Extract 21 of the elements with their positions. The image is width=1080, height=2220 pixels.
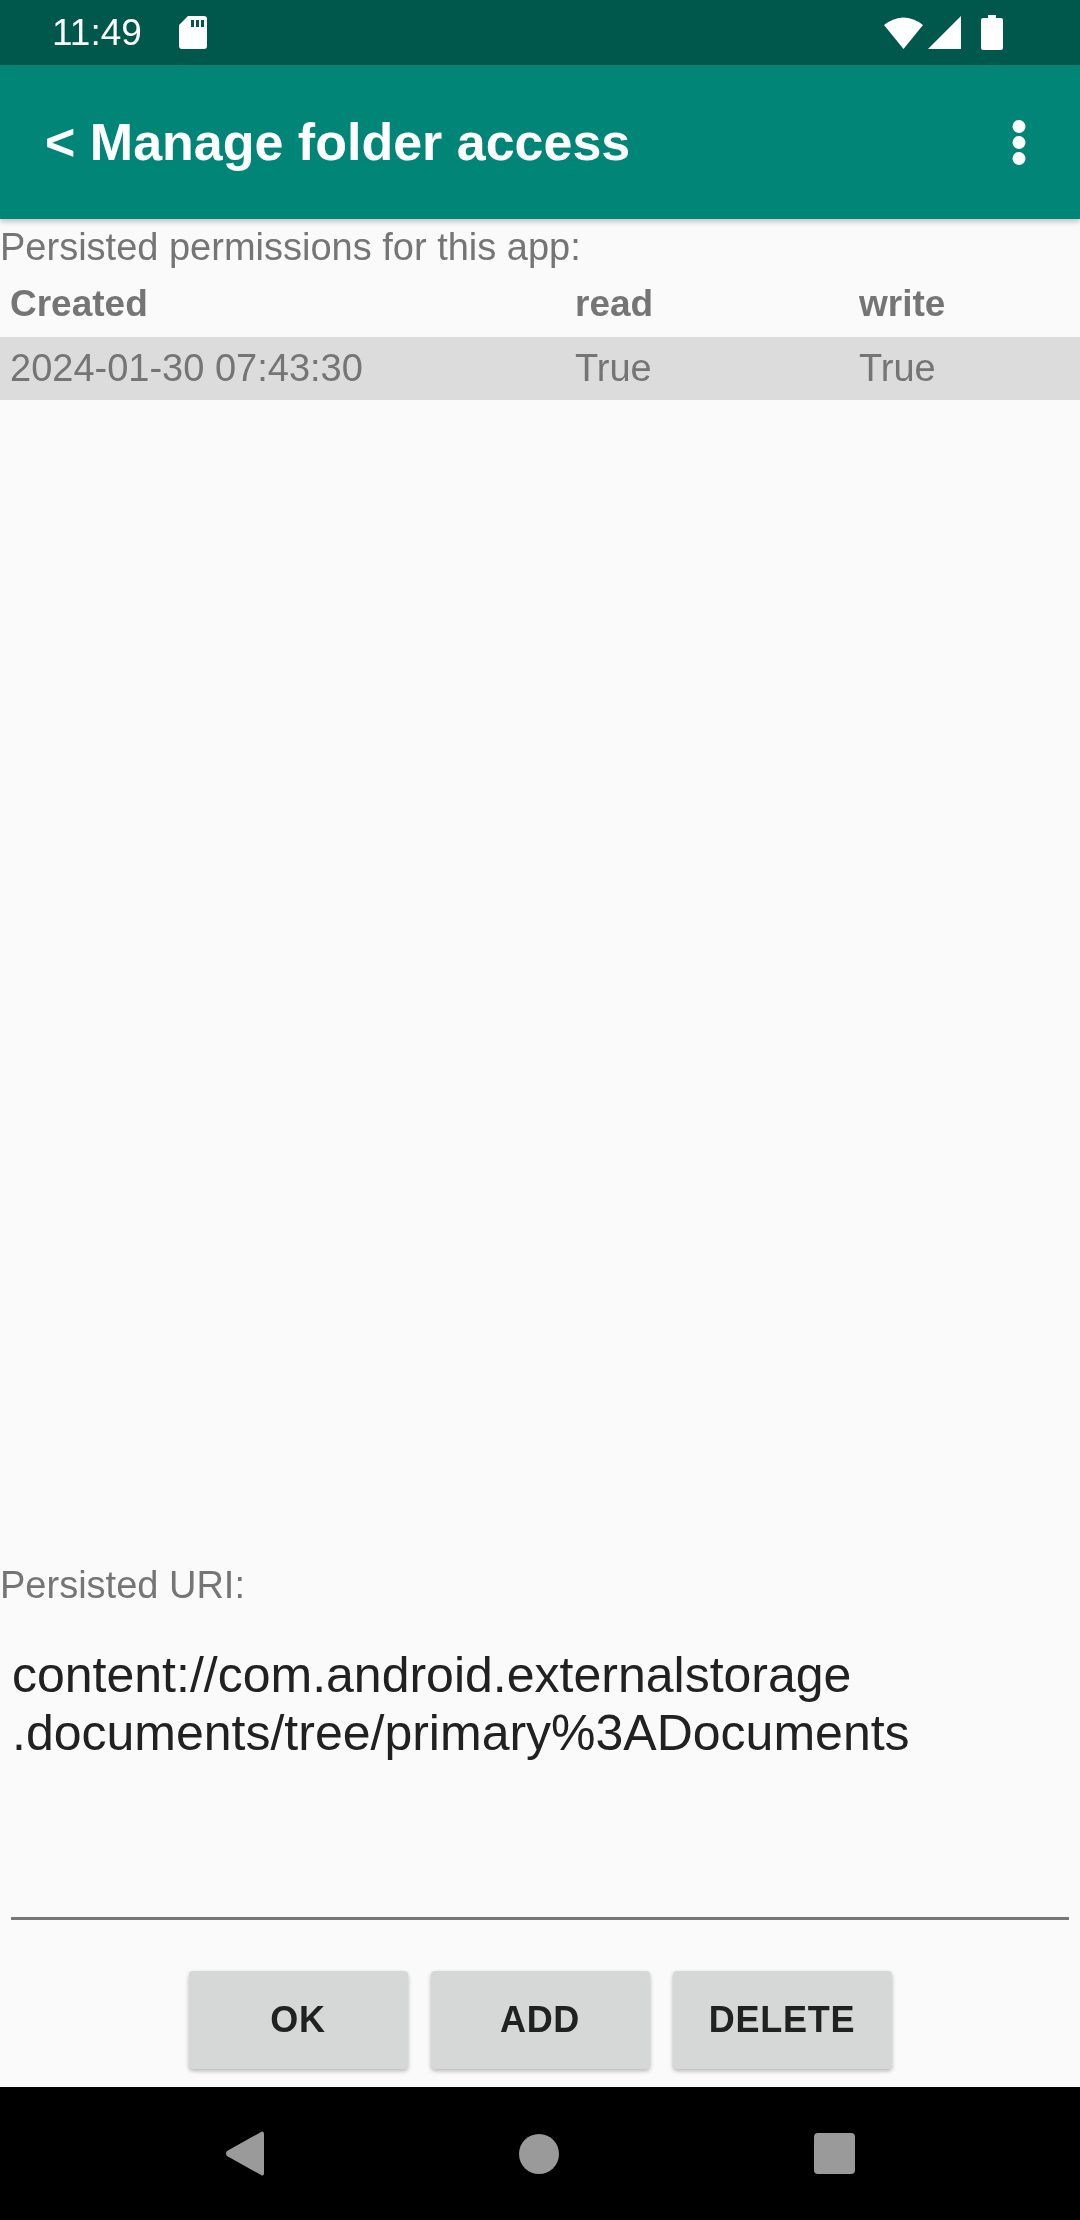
table-cell-text: True bbox=[858, 345, 936, 391]
column-header: write bbox=[858, 282, 946, 327]
table-cell-text: True bbox=[574, 345, 652, 391]
home-icon[interactable] bbox=[519, 2133, 559, 2174]
action-button[interactable]: OK bbox=[188, 1971, 408, 2069]
uri-label: Persisted URI: bbox=[0, 1563, 246, 1608]
table-cell-text: 2024-01-30 07:43:30 bbox=[9, 345, 363, 391]
column-header: read bbox=[574, 282, 654, 327]
signal-icon bbox=[928, 16, 961, 49]
action-button[interactable]: DELETE bbox=[672, 1971, 892, 2069]
back-icon[interactable] bbox=[225, 2131, 264, 2176]
uri-input-field[interactable]: content://com.android.externalstorage.documents/tree/primary%3ADocuments bbox=[11, 1610, 1069, 1920]
action-button[interactable]: ADD bbox=[430, 1971, 650, 2069]
status-time: 11:49 bbox=[52, 14, 142, 51]
sd-card-icon bbox=[178, 16, 207, 49]
column-header: Created bbox=[9, 282, 148, 327]
app-bar-title: < Manage folder access bbox=[45, 111, 631, 173]
battery-icon bbox=[981, 15, 1003, 50]
wifi-icon bbox=[884, 16, 923, 49]
overflow-menu-icon[interactable] bbox=[1012, 119, 1026, 165]
permissions-label: Persisted permissions for this app: bbox=[0, 225, 582, 270]
